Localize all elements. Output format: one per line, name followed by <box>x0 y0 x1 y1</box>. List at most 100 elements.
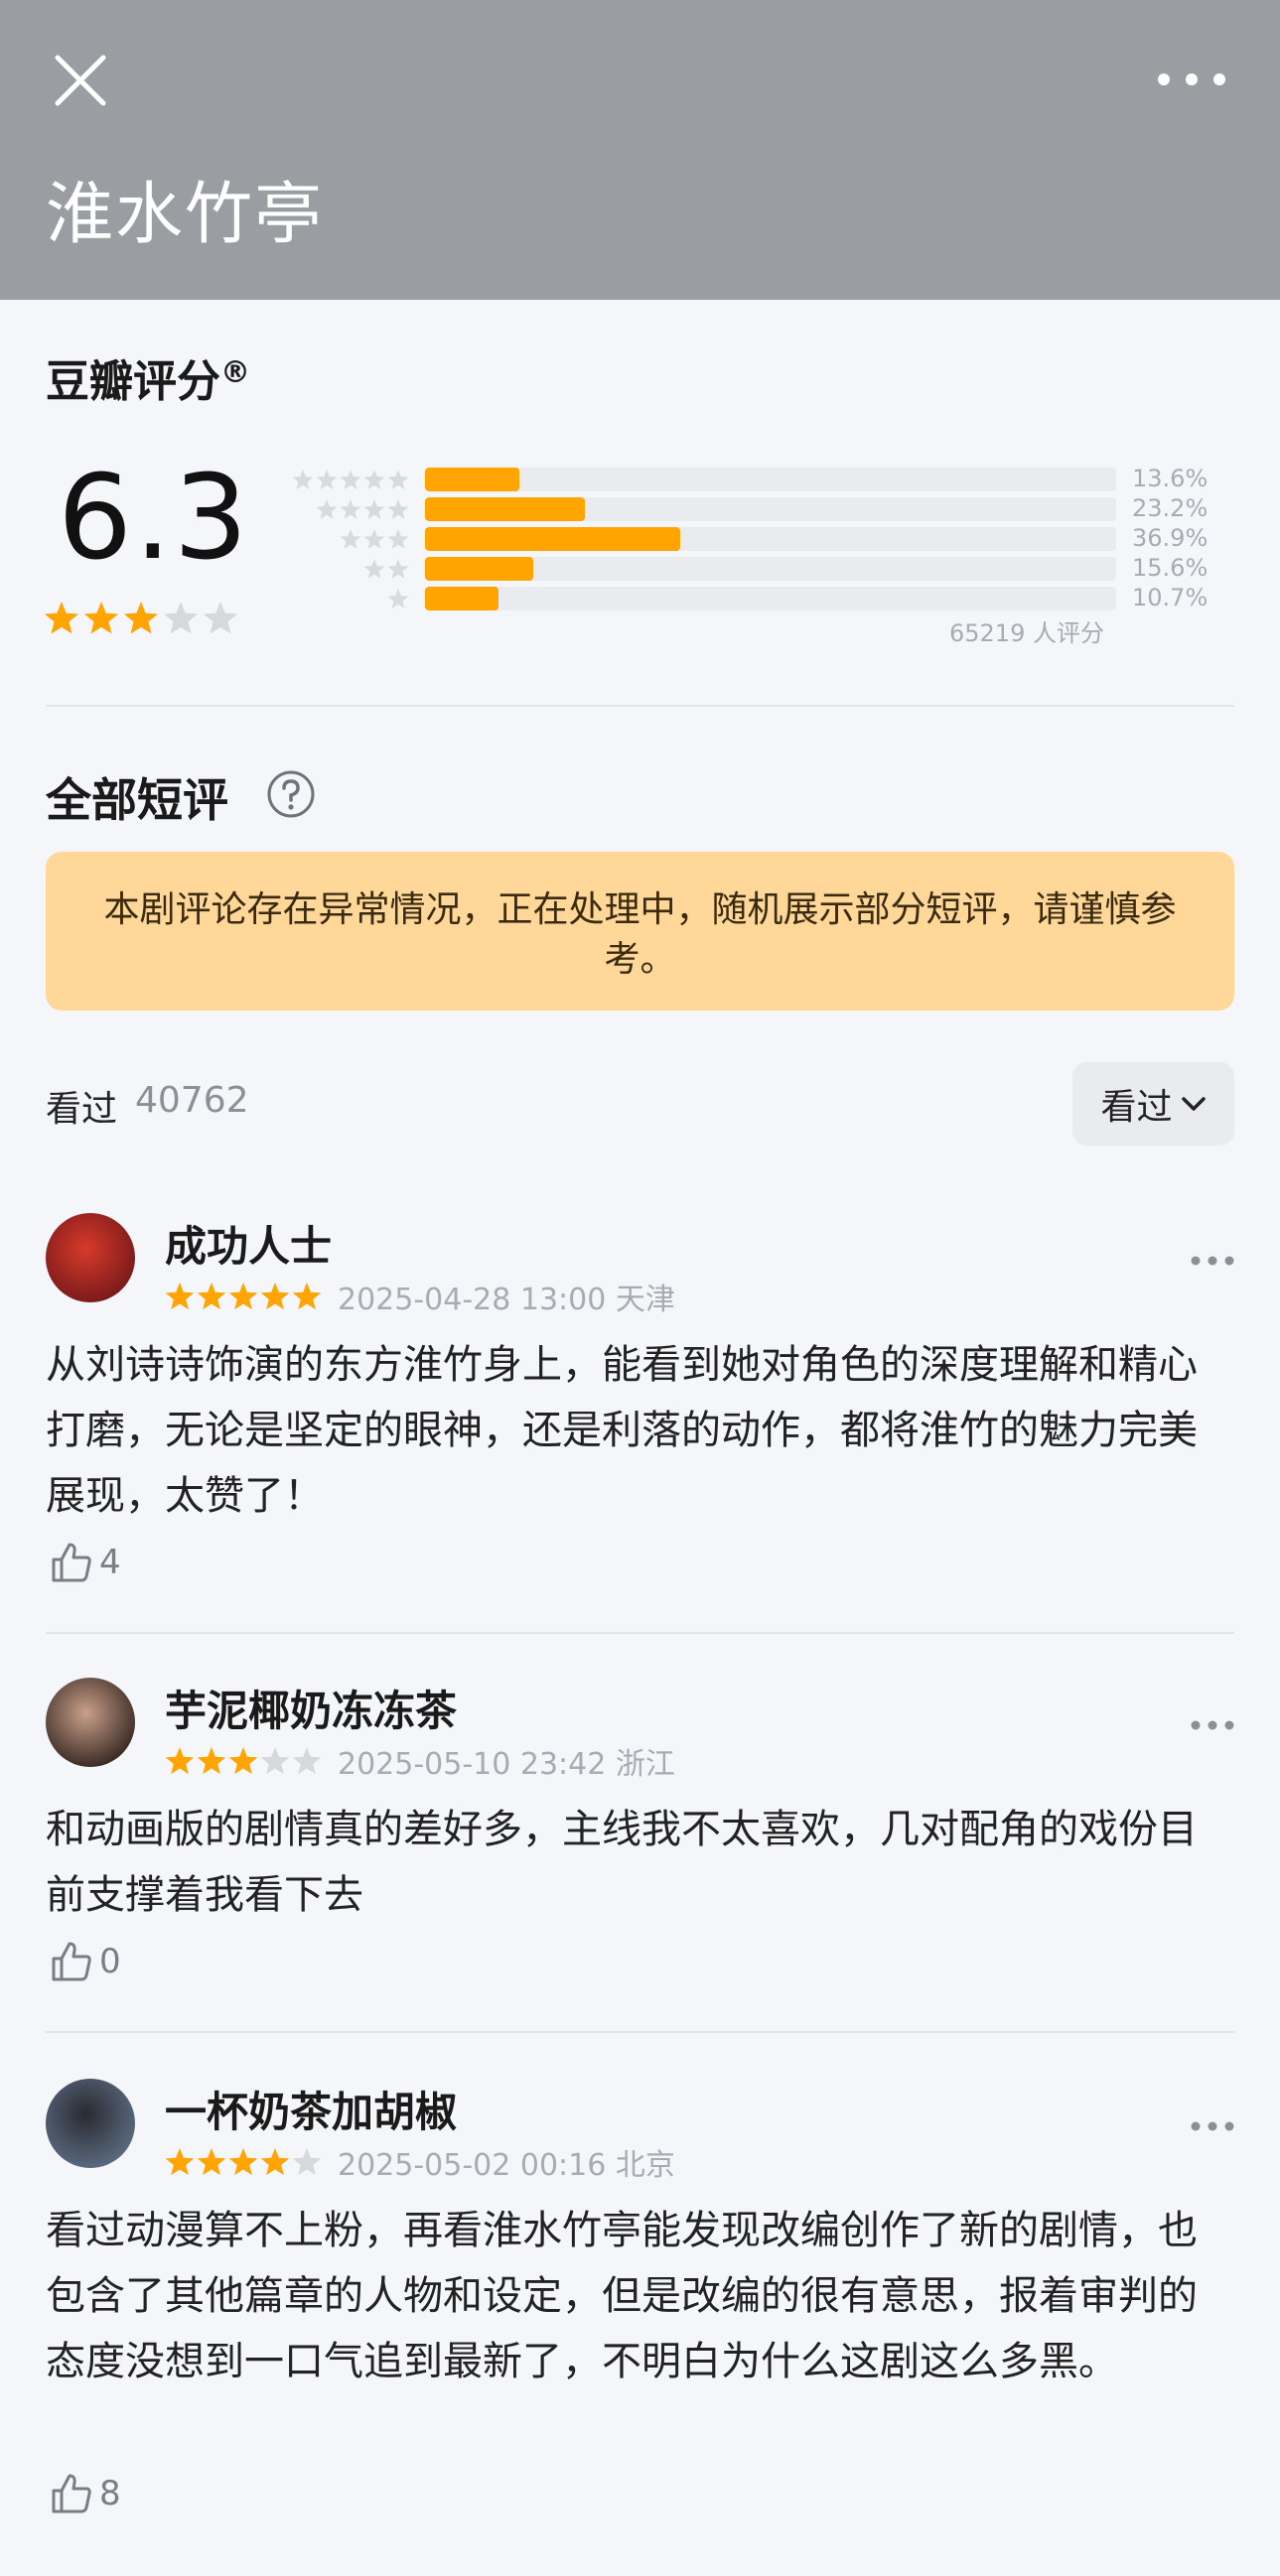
distribution-bar-fill <box>425 497 586 521</box>
thumbs-up-icon <box>52 1942 91 1981</box>
review-more-button[interactable] <box>1190 1717 1235 1736</box>
registered-mark: ® <box>220 355 250 390</box>
watched-count: 40762 <box>135 1080 249 1121</box>
review-username[interactable]: 成功人士 <box>165 1213 332 1274</box>
title-bar: 淮水竹亭 <box>0 0 1280 300</box>
filter-dropdown[interactable]: 看过 <box>1072 1062 1234 1146</box>
review-username[interactable]: 芋泥椰奶冻冻茶 <box>165 1678 457 1738</box>
distribution-row: 13.6% <box>278 465 1231 492</box>
like-count: 4 <box>99 1543 121 1582</box>
star-gray-icon <box>363 527 385 551</box>
section-divider <box>46 705 1234 707</box>
more-horizontal-icon <box>1191 2121 1234 2131</box>
distribution-row: 10.7% <box>278 584 1231 611</box>
star-filled-icon <box>165 2146 195 2178</box>
chevron-down-icon <box>1181 1097 1206 1111</box>
like-button[interactable]: 4 <box>50 1541 121 1584</box>
star-gray-icon <box>292 468 314 491</box>
question-circle-icon <box>267 770 315 818</box>
review-more-button[interactable] <box>1190 2118 1235 2137</box>
star-gray-icon <box>387 468 409 491</box>
star-filled-icon <box>44 600 79 637</box>
avatar[interactable] <box>46 1678 135 1767</box>
like-button[interactable]: 0 <box>50 1940 121 1983</box>
star-empty-icon <box>260 1745 290 1777</box>
review-item: 一杯奶茶加胡椒 2025-05-02 00:16 北京看过动漫算不上粉，再看淮水竹… <box>46 2079 1234 2531</box>
distribution-bar-fill <box>425 557 533 581</box>
review-username[interactable]: 一杯奶茶加胡椒 <box>165 2079 457 2139</box>
close-icon <box>55 55 106 106</box>
distribution-percent: 15.6% <box>1132 554 1209 582</box>
star-filled-icon <box>197 1745 226 1777</box>
star-gray-icon <box>340 527 361 551</box>
star-gray-icon <box>340 468 361 491</box>
like-count: 0 <box>99 1942 121 1981</box>
rating-title: 豆瓣评分® <box>46 345 1234 409</box>
star-filled-icon <box>228 1745 258 1777</box>
star-filled-icon <box>260 2146 290 2178</box>
distribution-percent: 10.7% <box>1132 584 1209 611</box>
distribution-stars <box>278 587 409 610</box>
review-text: 和动画版的剧情真的差好多，主线我不太喜欢，几对配角的戏份目前支撑着我看下去 <box>46 1807 1198 1918</box>
avatar[interactable] <box>46 2079 135 2168</box>
star-gray-icon <box>387 497 409 521</box>
review-item: 成功人士 2025-04-28 13:00 天津 从刘诗诗饰演的东方淮竹身上，能看到… <box>46 1213 1234 1600</box>
review-text: 看过动漫算不上粉，再看淮水竹亭能发现改编创作了新的剧情，也包含了其他篇章的人物和… <box>46 2208 1198 2384</box>
star-empty-icon <box>292 1745 322 1777</box>
thumbs-up-icon <box>52 2474 91 2513</box>
distribution-row: 15.6% <box>278 554 1231 582</box>
distribution-bar-fill <box>425 527 680 551</box>
distribution-bar-track <box>425 468 1116 491</box>
star-filled-icon <box>165 1745 195 1777</box>
review-divider <box>46 2031 1234 2033</box>
review-meta: 2025-05-10 23:42 浙江 <box>165 1739 675 1783</box>
reviews-title: 全部短评 <box>46 773 228 827</box>
star-empty-icon <box>163 600 199 637</box>
distribution-percent: 23.2% <box>1132 494 1209 522</box>
help-button[interactable] <box>266 769 316 823</box>
distribution-row: 36.9% <box>278 524 1231 552</box>
star-filled-icon <box>228 1281 258 1312</box>
star-filled-icon <box>228 2146 258 2178</box>
star-filled-icon <box>197 2146 226 2178</box>
distribution-bar-track <box>425 497 1116 521</box>
like-button[interactable]: 8 <box>50 2472 121 2515</box>
review-date: 2025-04-28 13:00 天津 <box>338 1283 675 1317</box>
distribution-bar-track <box>425 587 1116 610</box>
rating-score: 6.3 <box>58 449 250 586</box>
star-gray-icon <box>316 497 338 521</box>
review-more-button[interactable] <box>1190 1253 1235 1272</box>
distribution-stars <box>278 557 409 581</box>
filter-label: 看过 <box>1100 1087 1173 1128</box>
star-gray-icon <box>340 497 361 521</box>
star-gray-icon <box>316 468 338 491</box>
distribution-bar-track <box>425 557 1116 581</box>
page-title: 淮水竹亭 <box>46 176 325 254</box>
star-empty-icon <box>292 2146 322 2178</box>
distribution-bar-fill <box>425 468 519 491</box>
votes-count: 65219 人评分 <box>949 619 1104 647</box>
star-gray-icon <box>387 527 409 551</box>
close-button[interactable] <box>52 52 109 109</box>
more-horizontal-icon <box>1158 73 1225 85</box>
review-item: 芋泥椰奶冻冻茶 2025-05-10 23:42 浙江和动画版的剧情真的差好多，主… <box>46 1678 1234 1999</box>
avatar[interactable] <box>46 1213 135 1302</box>
review-stars <box>165 1281 322 1312</box>
star-filled-icon <box>292 1281 322 1312</box>
more-horizontal-icon <box>1191 1256 1234 1266</box>
star-gray-icon <box>363 468 385 491</box>
review-stars <box>165 1745 322 1777</box>
review-divider <box>46 1632 1234 1634</box>
distribution-stars <box>278 527 409 551</box>
like-count: 8 <box>99 2474 121 2513</box>
review-stars <box>165 2146 322 2178</box>
rating-stars <box>44 600 238 637</box>
distribution-percent: 13.6% <box>1132 465 1209 492</box>
star-gray-icon <box>363 497 385 521</box>
review-date: 2025-05-02 00:16 北京 <box>338 2148 675 2183</box>
distribution-stars <box>278 468 409 491</box>
more-menu-button[interactable] <box>1152 62 1231 97</box>
review-meta: 2025-05-02 00:16 北京 <box>165 2140 675 2184</box>
star-filled-icon <box>123 600 159 637</box>
review-date: 2025-05-10 23:42 浙江 <box>338 1747 675 1782</box>
